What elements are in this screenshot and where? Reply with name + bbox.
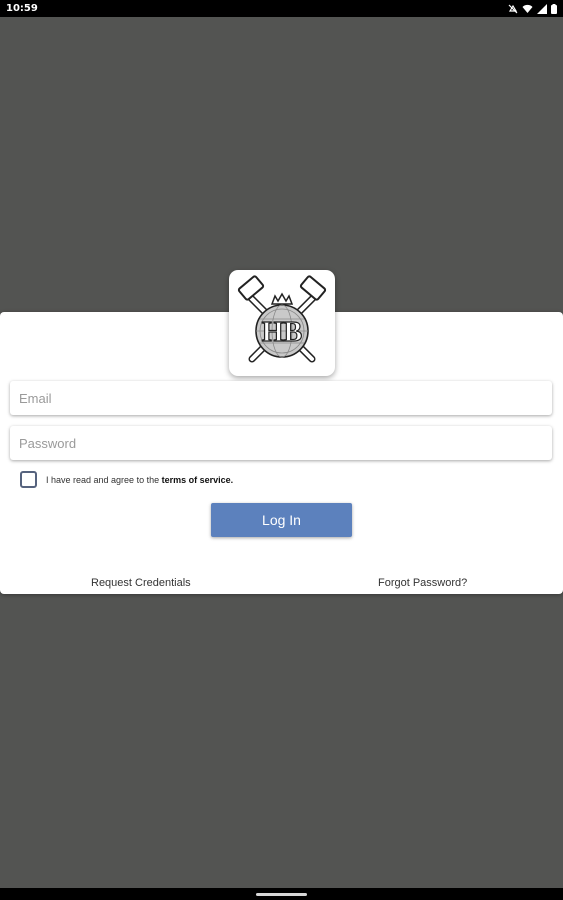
email-field[interactable] xyxy=(10,381,552,415)
logo: HB xyxy=(229,270,335,376)
terms-text: I have read and agree to the terms of se… xyxy=(46,475,233,485)
navigation-bar xyxy=(0,888,563,900)
notification-off-icon xyxy=(508,4,518,14)
terms-checkbox[interactable] xyxy=(20,471,37,488)
battery-icon xyxy=(551,3,557,14)
hb-logo-icon: HB xyxy=(237,275,327,363)
wifi-icon xyxy=(522,4,533,14)
home-handle[interactable] xyxy=(256,893,307,896)
terms-of-service-link[interactable]: terms of service. xyxy=(162,475,234,485)
password-field[interactable] xyxy=(10,426,552,460)
forgot-password-link[interactable]: Forgot Password? xyxy=(378,577,467,589)
terms-prefix: I have read and agree to the xyxy=(46,474,162,485)
login-button[interactable]: Log In xyxy=(211,503,352,537)
status-bar: 10:59 xyxy=(0,0,563,17)
signal-icon xyxy=(537,3,547,14)
email-input[interactable] xyxy=(19,390,543,406)
status-icons xyxy=(508,3,557,14)
terms-row: I have read and agree to the terms of se… xyxy=(20,471,233,488)
password-input[interactable] xyxy=(19,435,543,451)
status-time: 10:59 xyxy=(6,3,38,14)
svg-text:HB: HB xyxy=(262,317,302,348)
request-credentials-link[interactable]: Request Credentials xyxy=(91,577,191,589)
